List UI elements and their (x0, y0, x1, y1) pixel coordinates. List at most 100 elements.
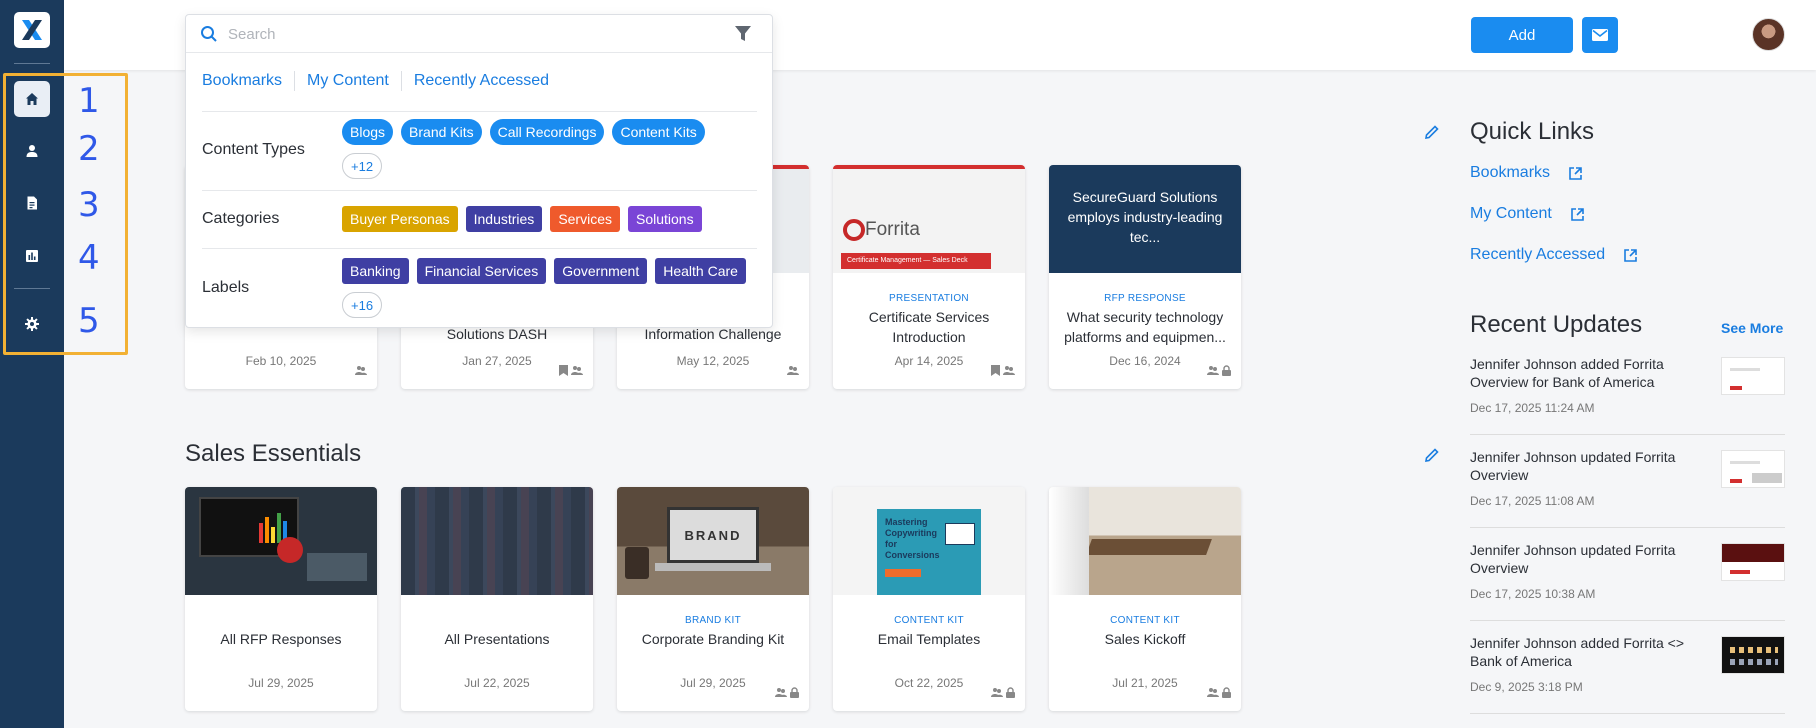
quick-link-my-content[interactable]: My Content (1470, 205, 1585, 223)
see-more-link[interactable]: See More (1721, 320, 1783, 336)
recent-updates-title: Recent Updates (1470, 311, 1643, 338)
card-icons (991, 687, 1015, 698)
annotation-highlight-box (3, 73, 128, 355)
forrita-logo-icon (843, 219, 865, 241)
card-date: Feb 10, 2025 (245, 354, 317, 368)
quick-link-bookmarks[interactable]: Bookmarks (1470, 164, 1583, 182)
content-card[interactable]: SecureGuard Solutions employs industry-l… (1049, 165, 1241, 389)
content-types-label: Content Types (202, 141, 305, 158)
search-input[interactable] (228, 23, 708, 45)
recent-update-item[interactable]: Jennifer Johnson added Forrita <> Bank o… (1470, 634, 1785, 714)
thumb-branding (307, 541, 367, 581)
content-card[interactable]: Forrita Certificate Management — Sales D… (833, 165, 1025, 389)
card-title: All Presentations (444, 631, 550, 647)
chip-buyer-personas[interactable]: Buyer Personas (342, 206, 458, 232)
search-link-my-content[interactable]: My Content (307, 72, 389, 90)
thumb-text: BRAND (667, 507, 759, 563)
card-thumbnail: Mastering Copywriting for Conversions (833, 487, 1025, 595)
app-logo[interactable] (14, 12, 50, 48)
card-thumbnail (185, 487, 377, 595)
thumb-text: Mastering Copywriting for Conversions (885, 517, 940, 560)
quick-link-label: Recently Accessed (1470, 246, 1606, 263)
chip-blogs[interactable]: Blogs (342, 119, 394, 145)
annotation-number: 1 (78, 81, 100, 121)
chip-financial-services[interactable]: Financial Services (416, 258, 547, 284)
content-card[interactable]: BRAND BRAND KIT Corporate Branding Kit J… (617, 487, 809, 711)
annotation-number: 2 (78, 129, 100, 169)
card-title: What security technology platforms and e… (1064, 309, 1226, 345)
content-card[interactable]: All Presentations Jul 22, 2025 (401, 487, 593, 711)
shared-users-icon (355, 366, 367, 375)
content-card[interactable]: Mastering Copywriting for Conversions CO… (833, 487, 1025, 711)
update-text: Jennifer Johnson added Forrita Overview … (1470, 356, 1664, 390)
recent-update-item[interactable]: Jennifer Johnson updated Forrita Overvie… (1470, 541, 1785, 621)
shared-users-icon (1003, 366, 1015, 375)
card-icons (559, 365, 583, 376)
chip-government[interactable]: Government (554, 258, 648, 284)
card-type: RFP RESPONSE (1104, 293, 1186, 304)
mail-button[interactable] (1582, 17, 1618, 53)
chip-more-labels[interactable]: +16 (342, 292, 383, 318)
section-title-sales-essentials: Sales Essentials (185, 440, 362, 467)
external-link-icon (1571, 207, 1584, 221)
update-thumbnail (1721, 543, 1785, 581)
thumb-banner: Certificate Management — Sales Deck (841, 253, 991, 269)
divider (202, 248, 757, 249)
shared-users-icon (787, 366, 799, 375)
quick-links-title: Quick Links (1470, 118, 1595, 145)
content-card[interactable]: All RFP Responses Jul 29, 2025 (185, 487, 377, 711)
recent-update-item[interactable]: Jennifer Johnson added Forrita Overview … (1470, 355, 1785, 435)
chip-banking[interactable]: Banking (342, 258, 409, 284)
shared-users-icon (775, 688, 787, 697)
card-title: Email Templates (877, 631, 981, 647)
card-title: Sales Kickoff (1104, 631, 1186, 647)
card-date: Jul 22, 2025 (464, 676, 530, 690)
chip-content-kits[interactable]: Content Kits (612, 119, 705, 145)
update-text: Jennifer Johnson updated Forrita Overvie… (1470, 449, 1676, 483)
card-title: Corporate Branding Kit (641, 631, 785, 647)
bookmark-icon (559, 365, 568, 376)
update-thumbnail (1721, 450, 1785, 488)
chip-more-content-types[interactable]: +12 (342, 153, 383, 179)
coffee-cup (625, 547, 649, 579)
x-logo-icon (22, 20, 42, 40)
update-text: Jennifer Johnson added Forrita <> Bank o… (1470, 635, 1685, 669)
external-link-icon (1624, 248, 1637, 262)
recent-update-item[interactable]: Jennifer Johnson updated Forrita Overvie… (1470, 448, 1785, 528)
quick-link-label: Bookmarks (1470, 164, 1551, 181)
external-link-icon (1569, 166, 1582, 180)
pencil-icon[interactable] (1424, 447, 1440, 463)
search-quick-links: Bookmarks My Content Recently Accessed (202, 71, 549, 91)
card-icons (787, 365, 799, 375)
conference-table (1086, 539, 1212, 555)
chip-industries[interactable]: Industries (465, 206, 543, 232)
chip-health-care[interactable]: Health Care (655, 258, 746, 284)
card-thumbnail (401, 487, 593, 595)
search-bar (186, 15, 772, 53)
content-type-chips: Blogs Brand Kits Call Recordings Content… (342, 119, 752, 179)
add-button[interactable]: Add (1471, 17, 1573, 53)
card-type: CONTENT KIT (1110, 615, 1180, 626)
annotation-number: 5 (78, 301, 100, 341)
card-icons (991, 365, 1015, 376)
pencil-icon[interactable] (1424, 124, 1440, 140)
user-avatar[interactable] (1752, 18, 1785, 51)
divider (202, 111, 757, 112)
annotation-number: 4 (78, 238, 100, 278)
update-text: Jennifer Johnson updated Forrita Overvie… (1470, 542, 1676, 576)
quick-link-recently-accessed[interactable]: Recently Accessed (1470, 246, 1638, 264)
content-card[interactable]: CONTENT KIT Sales Kickoff Jul 21, 2025 (1049, 487, 1241, 711)
card-title: Certificate Services Introduction (868, 309, 990, 345)
chip-services[interactable]: Services (550, 206, 620, 232)
chip-call-recordings[interactable]: Call Recordings (489, 119, 605, 145)
search-link-bookmarks[interactable]: Bookmarks (202, 72, 282, 90)
search-link-recently-accessed[interactable]: Recently Accessed (414, 72, 549, 90)
chip-brand-kits[interactable]: Brand Kits (401, 119, 482, 145)
chip-solutions[interactable]: Solutions (628, 206, 702, 232)
sidebar-divider (14, 63, 50, 64)
card-icons (1207, 365, 1231, 376)
card-type: CONTENT KIT (894, 615, 964, 626)
card-icons (355, 365, 367, 375)
thumb-panel: Mastering Copywriting for Conversions (877, 509, 981, 595)
filter-icon[interactable] (734, 25, 752, 43)
